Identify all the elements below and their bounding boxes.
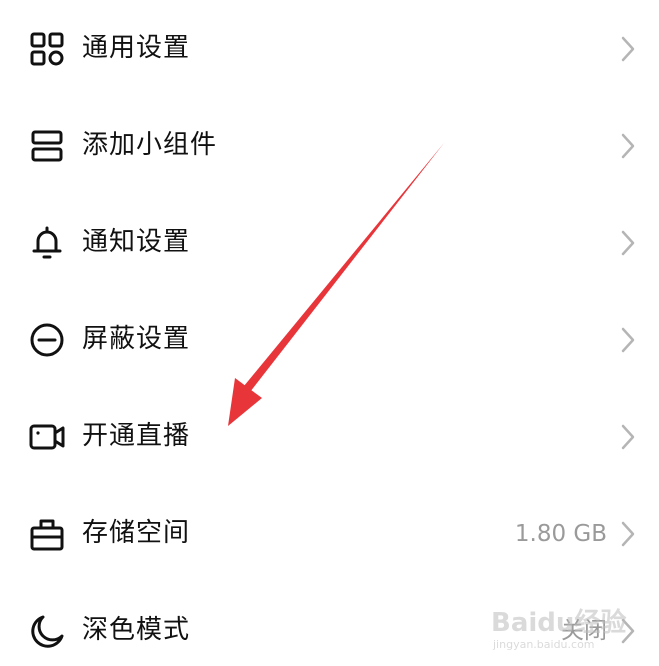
storage-box-icon xyxy=(28,515,66,553)
block-icon xyxy=(28,321,66,359)
storage-size-value: 1.80 GB xyxy=(514,521,607,547)
chevron-right-icon xyxy=(621,521,635,547)
settings-item-block[interactable]: 屏蔽设置 xyxy=(0,291,659,388)
chevron-right-icon xyxy=(621,327,635,353)
grid-icon xyxy=(28,30,66,68)
widget-icon xyxy=(28,127,66,165)
settings-item-general[interactable]: 通用设置 xyxy=(0,0,659,97)
settings-page: 通用设置 添加小组件 通知设置 屏蔽设置 开通直播 存储空间 1.80 GB 深… xyxy=(0,0,659,666)
settings-item-label: 添加小组件 xyxy=(82,130,218,160)
bell-icon xyxy=(28,224,66,262)
settings-item-label: 屏蔽设置 xyxy=(82,324,191,354)
settings-item-dark-mode[interactable]: 深色模式 关闭 xyxy=(0,582,659,666)
dark-mode-status-value: 关闭 xyxy=(561,618,607,644)
settings-item-label: 存储空间 xyxy=(82,518,191,548)
chevron-right-icon xyxy=(621,618,635,644)
chevron-right-icon xyxy=(621,230,635,256)
video-camera-icon xyxy=(28,418,66,456)
settings-item-label: 通用设置 xyxy=(82,33,191,63)
settings-item-label: 通知设置 xyxy=(82,227,191,257)
chevron-right-icon xyxy=(621,36,635,62)
settings-item-label: 开通直播 xyxy=(82,421,191,451)
chevron-right-icon xyxy=(621,424,635,450)
settings-item-notifications[interactable]: 通知设置 xyxy=(0,194,659,291)
settings-item-open-live[interactable]: 开通直播 xyxy=(0,388,659,485)
moon-icon xyxy=(28,612,66,650)
settings-item-storage[interactable]: 存储空间 1.80 GB xyxy=(0,485,659,582)
settings-item-add-widget[interactable]: 添加小组件 xyxy=(0,97,659,194)
settings-item-label: 深色模式 xyxy=(82,615,191,645)
chevron-right-icon xyxy=(621,133,635,159)
